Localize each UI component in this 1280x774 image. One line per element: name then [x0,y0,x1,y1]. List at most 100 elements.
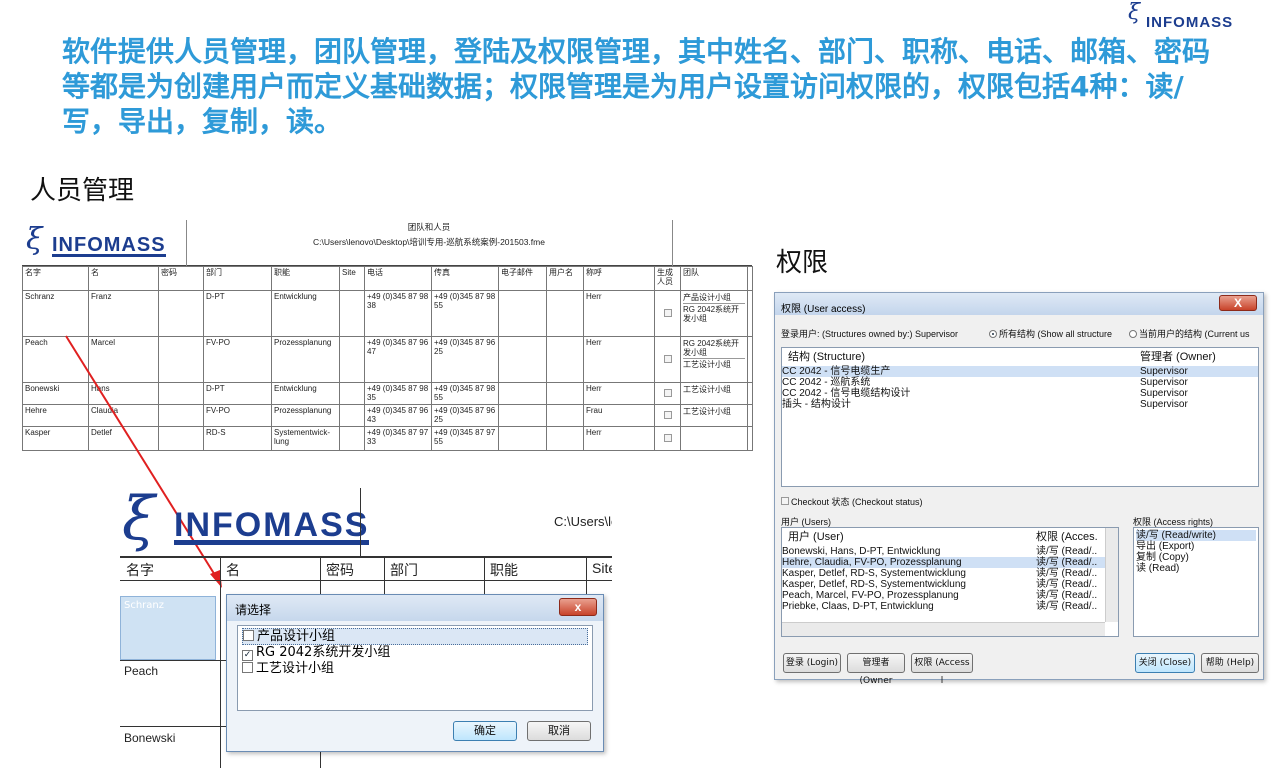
vertical-scrollbar[interactable] [1105,528,1118,622]
cell-email [498,336,547,383]
team-label: RG 2042系统开发小组 [683,338,745,359]
logo-text: INFOMASS [174,506,370,545]
list-item-label: 产品设计小组 [257,629,336,644]
create-person-checkbox[interactable] [654,290,681,337]
owner-button[interactable]: 管理者 (Owner [847,653,905,686]
list-item[interactable]: ✓ RG 2042系统开发小组 [242,645,588,661]
list-item[interactable]: Bonewski, Hans, D-PT, Entwicklung 读/写 (Re… [782,546,1118,557]
col-header: 密码 [326,562,354,578]
list-item[interactable]: Kasper, Detlef, RD-S, Systementwicklung 读… [782,568,1118,579]
col-header: 称呼 [583,266,655,291]
checkout-checkbox[interactable]: Checkout 状态 (Checkout status) [781,495,923,508]
list-item[interactable]: 工艺设计小组 [242,661,588,676]
cell-teams [680,426,748,451]
cell-salutation: Frau [583,404,655,427]
login-button[interactable]: 登录 (Login) [783,653,841,673]
report-title: 团队和人员 [407,222,451,232]
col-header: 用户名 [546,266,584,291]
cell-function: Entwicklung [271,382,340,405]
list-item[interactable]: CC 2042 - 巡航系统 Supervisor [782,377,1258,388]
list-item[interactable]: 读 (Read) [1136,563,1256,574]
col-header: 名字 [22,266,89,291]
access-rights-list[interactable]: 读/写 (Read/write) 导出 (Export) 复制 (Copy) 读… [1133,527,1259,637]
create-person-checkbox[interactable] [654,382,681,405]
ok-button[interactable]: 确定 [453,721,517,741]
zoom-path: C:\Users\le [554,514,612,529]
close-dialog-button[interactable]: 关闭 (Close) [1135,653,1195,673]
group-picker-dialog: 请选择 x 产品设计小组 ✓ RG 2042系统开发小组 工艺设计小组 确定 取消 [226,594,604,752]
radio-current-user[interactable]: 当前用户的结构 (Current us [1129,327,1250,340]
list-item-label: RG 2042系统开发小组 [256,645,391,660]
group-list: 产品设计小组 ✓ RG 2042系统开发小组 工艺设计小组 [237,625,593,711]
cell-email [498,290,547,337]
radio-all-structures[interactable]: 所有结构 (Show all structure [989,327,1112,340]
create-person-checkbox[interactable] [654,426,681,451]
cell-function: Systementwick-lung [271,426,340,451]
create-person-checkbox[interactable] [654,404,681,427]
list-item[interactable]: 读/写 (Read/write) [1136,530,1256,541]
col-header: 名字 [126,562,154,578]
list-item[interactable]: Hehre, Claudia, FV-PO, Prozessplanung 读/写… [782,557,1118,568]
close-button[interactable]: X [1219,295,1257,311]
cell-phone: +49 (0)345 87 97 33 [364,426,432,451]
list-item[interactable]: 复制 (Copy) [1136,552,1256,563]
cell-phone: +49 (0)345 87 98 35 [364,382,432,405]
list-item[interactable]: 导出 (Export) [1136,541,1256,552]
checkbox[interactable] [243,630,254,641]
headline: 软件提供人员管理，团队管理，登陆及权限管理，其中姓名、部门、职称、电话、邮箱、密… [62,35,1211,138]
list-item[interactable]: Kasper, Detlef, RD-S, Systementwicklung 读… [782,579,1118,590]
col-header: 密码 [158,266,204,291]
cell-fax: +49 (0)345 87 98 55 [431,382,499,405]
checkbox-checked[interactable]: ✓ [242,650,253,661]
close-button[interactable]: x [559,598,597,616]
user-access-dialog: 权限 (User access) X 登录用户: (Structures own… [774,292,1264,686]
col-header: Site [339,266,365,291]
list-item[interactable]: 插头 - 结构设计 Supervisor [782,399,1258,410]
cell-site [339,426,365,451]
user-list[interactable]: 用户 (User) 权限 (Acces. Bonewski, Hans, D-PT… [781,527,1119,637]
cancel-button[interactable]: 取消 [527,721,591,741]
team-label: 产品设计小组 [683,292,745,304]
cell-site [339,290,365,337]
cell-email [498,426,547,451]
col-header: 传真 [431,266,499,291]
cell-function: Prozessplanung [271,336,340,383]
cell-username [546,382,584,405]
cell-teams: 工艺设计小组 [680,404,748,427]
col-header: 名 [226,562,240,578]
list-item[interactable]: Priebke, Claas, D-PT, Entwicklung 读/写 (Re… [782,601,1118,612]
cell-site [339,336,365,383]
dialog-title: 请选择 [227,595,603,621]
cell-email [498,404,547,427]
cell-salutation: Herr [583,290,655,337]
cell-fax: +49 (0)345 87 98 55 [431,290,499,337]
col-header: 团队 [680,266,748,291]
horizontal-scrollbar[interactable] [782,622,1105,636]
list-header: 用户 (User) 权限 (Acces. [788,531,1098,543]
list-item[interactable]: CC 2042 - 信号电缆结构设计 Supervisor [782,388,1258,399]
zoom-logo: ξ INFOMASS [122,488,370,558]
cell-teams: 产品设计小组 RG 2042系统开发小组 [680,290,748,337]
login-user-label: 登录用户: (Structures owned by:) Supervisor [781,329,959,339]
access-button[interactable]: 权限 (Access l [911,653,973,686]
col-header: 电子邮件 [498,266,547,291]
checkbox[interactable] [242,662,253,673]
cell-phone: +49 (0)345 87 96 47 [364,336,432,383]
create-person-checkbox[interactable] [654,336,681,383]
cell-teams: 工艺设计小组 [680,382,748,405]
cell-username [546,336,584,383]
selected-cell[interactable]: Schranz [120,596,216,660]
dialog-title: 权限 (User access) [775,293,1263,315]
report-header: ξ INFOMASS 团队和人员 C:\Users\lenovo\Desktop… [22,220,752,266]
logo-mark-icon: ξ [1128,0,1141,25]
team-label: 工艺设计小组 [683,407,731,416]
structure-list[interactable]: 结构 (Structure) 管理者 (Owner) CC 2042 - 信号电缆… [781,347,1259,487]
list-item[interactable]: 产品设计小组 [242,628,588,645]
list-item[interactable]: Peach, Marcel, FV-PO, Prozessplanung 读/写 … [782,590,1118,601]
help-button[interactable]: 帮助 (Help) [1201,653,1259,673]
list-item[interactable]: CC 2042 - 信号电缆生产 Supervisor [782,366,1258,377]
logo-text: INFOMASS [52,234,166,257]
cell-fax: +49 (0)345 87 96 25 [431,404,499,427]
logo-mark-icon: ξ [122,488,156,554]
report-title-block: 团队和人员 C:\Users\lenovo\Desktop\培训专用-巡航系统案… [186,220,672,248]
